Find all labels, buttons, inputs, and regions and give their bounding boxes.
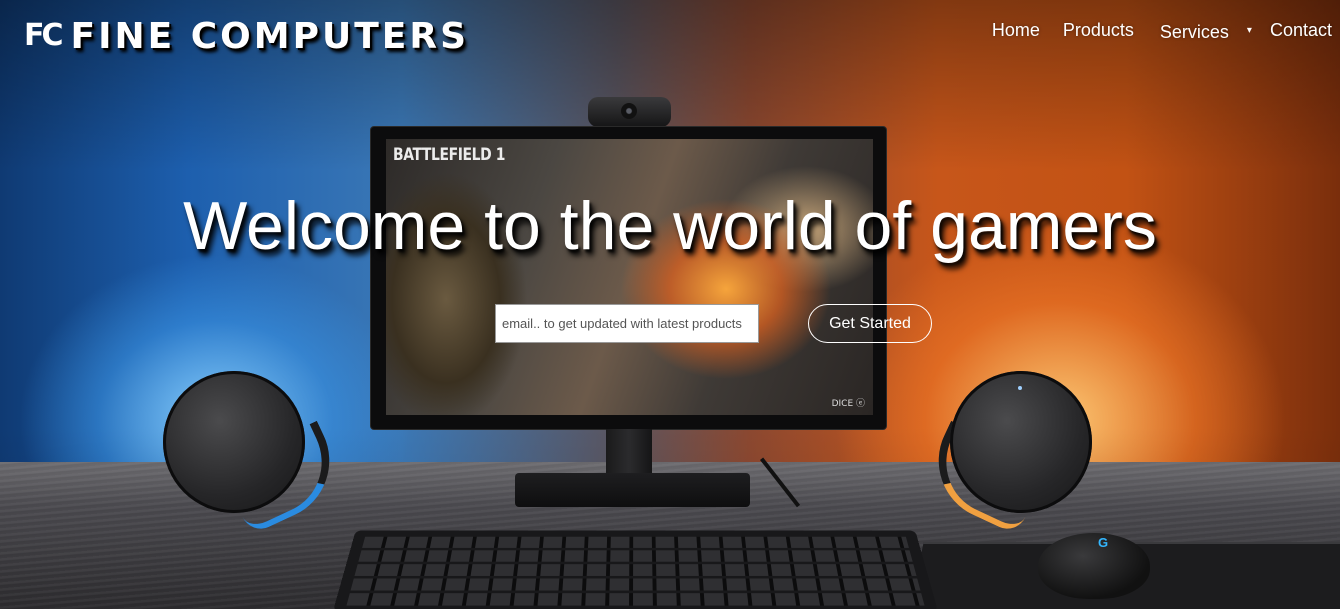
speaker-left	[163, 371, 305, 513]
nav-home-link[interactable]: Home	[992, 20, 1040, 41]
main-nav: Home Products Services ▾ Contact	[992, 20, 1332, 43]
logo-text: FINE COMPUTERS	[70, 15, 470, 57]
hero-title: Welcome to the world of gamers	[183, 188, 1157, 264]
nav-contact-link[interactable]: Contact	[1270, 20, 1332, 41]
get-started-button[interactable]: Get Started	[808, 304, 932, 343]
speaker-right	[950, 371, 1092, 513]
site-header: FC FINE COMPUTERS Home Products Services…	[0, 0, 1340, 72]
webcam	[588, 97, 671, 127]
speaker-led	[1018, 386, 1022, 390]
keyboard	[333, 530, 938, 609]
game-title: BATTLEFIELD 1	[393, 145, 505, 165]
monitor-stand-base	[515, 473, 750, 507]
mouse-logo-icon: G	[1098, 535, 1109, 550]
publisher-logos: DICE ⓔ	[831, 399, 865, 409]
nav-services-link[interactable]: Services	[1160, 22, 1229, 43]
site-logo[interactable]: FC FINE COMPUTERS	[24, 14, 469, 58]
mouse	[1038, 533, 1150, 599]
email-signup-form: Get Started	[495, 304, 932, 343]
services-dropdown-caret-icon[interactable]: ▾	[1247, 25, 1252, 36]
monitor-screen: BATTLEFIELD 1 DICE ⓔ	[386, 139, 873, 415]
email-input[interactable]	[495, 304, 759, 343]
nav-products-link[interactable]: Products	[1063, 20, 1134, 41]
logo-mark: FC	[24, 18, 63, 53]
